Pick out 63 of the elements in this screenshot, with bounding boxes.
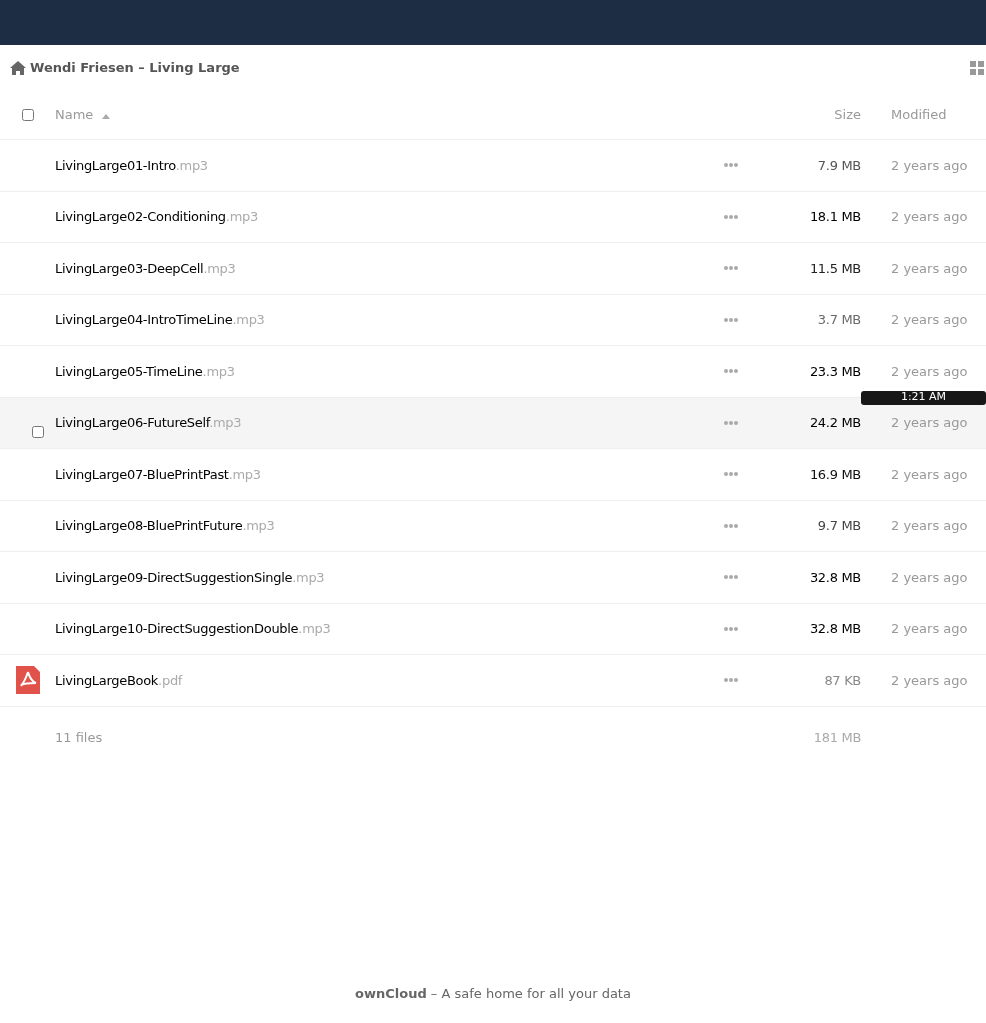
more-icon	[724, 472, 738, 477]
modified-date: 2 years ago	[890, 466, 969, 482]
file-name[interactable]: LivingLarge02-Conditioning.mp3	[55, 209, 701, 225]
file-name[interactable]: LivingLarge04-IntroTimeLine.mp3	[55, 312, 701, 328]
more-actions-button[interactable]	[722, 264, 740, 273]
file-name[interactable]: LivingLarge06-FutureSelf.mp3	[55, 415, 701, 431]
more-actions-button[interactable]	[722, 161, 740, 170]
file-name[interactable]: LivingLarge05-TimeLine.mp3	[55, 363, 701, 379]
file-size: 18.1 MB	[808, 209, 861, 225]
more-icon	[724, 266, 738, 271]
more-actions-button[interactable]	[722, 573, 740, 582]
file-size: 11.5 MB	[808, 260, 861, 276]
modified-date: 2 years ago	[890, 672, 969, 688]
file-size: 23.3 MB	[808, 363, 861, 379]
pdf-file-icon	[15, 666, 40, 695]
modified-date: 2 years ago	[890, 415, 969, 431]
file-size: 32.8 MB	[808, 569, 861, 585]
more-icon	[724, 214, 738, 219]
more-icon	[724, 626, 738, 631]
more-icon	[724, 575, 738, 580]
more-actions-button[interactable]	[722, 418, 740, 427]
file-count: 11 files	[55, 730, 104, 745]
file-name[interactable]: LivingLarge03-DeepCell.mp3	[55, 260, 701, 276]
more-icon	[724, 317, 738, 322]
file-name[interactable]: LivingLarge07-BluePrintPast.mp3	[55, 466, 701, 482]
file-size: 7.9 MB	[816, 157, 861, 173]
modified-date: 2 years ago	[890, 569, 969, 585]
modified-date: 2 years ago	[890, 621, 969, 637]
modified-date: 2 years ago	[890, 518, 969, 534]
home-icon	[10, 60, 26, 75]
more-icon	[724, 678, 738, 683]
file-size: 3.7 MB	[816, 312, 861, 328]
file-name[interactable]: LivingLarge08-BluePrintFuture.mp3	[55, 518, 701, 534]
more-actions-button[interactable]	[722, 676, 740, 685]
more-icon	[724, 420, 738, 425]
modified-date: 2 years ago	[890, 157, 969, 173]
more-icon	[724, 523, 738, 528]
total-size: 181 MB	[812, 730, 861, 745]
file-size: 24.2 MB	[808, 415, 861, 431]
more-icon	[724, 163, 738, 168]
more-actions-button[interactable]	[722, 521, 740, 530]
file-size: 32.8 MB	[808, 621, 861, 637]
grid-view-icon[interactable]	[970, 60, 984, 75]
file-name[interactable]: LivingLarge09-DirectSuggestionSingle.mp3	[55, 569, 701, 585]
modified-date: 2 years ago	[890, 312, 969, 328]
more-actions-button[interactable]	[722, 624, 740, 633]
more-actions-button[interactable]	[722, 315, 740, 324]
more-actions-button[interactable]	[722, 367, 740, 376]
footer-text: ownCloud – A safe home for all your data	[355, 986, 631, 1001]
row-checkbox[interactable]	[32, 426, 44, 438]
modified-date: 2 years ago	[890, 363, 969, 379]
file-name[interactable]: LivingLarge10-DirectSuggestionDouble.mp3	[55, 621, 701, 637]
more-actions-button[interactable]	[722, 470, 740, 479]
select-all-checkbox[interactable]	[21, 108, 34, 121]
more-actions-button[interactable]	[722, 212, 740, 221]
file-name[interactable]: LivingLargeBook.pdf	[55, 672, 701, 688]
more-icon	[724, 369, 738, 374]
file-size: 9.7 MB	[816, 518, 861, 534]
file-size: 87 KB	[823, 672, 861, 688]
file-name[interactable]: LivingLarge01-Intro.mp3	[55, 157, 701, 173]
file-size: 16.9 MB	[808, 466, 861, 482]
modified-date: 2 years ago	[890, 260, 969, 276]
modified-date: 2 years ago	[890, 209, 969, 225]
